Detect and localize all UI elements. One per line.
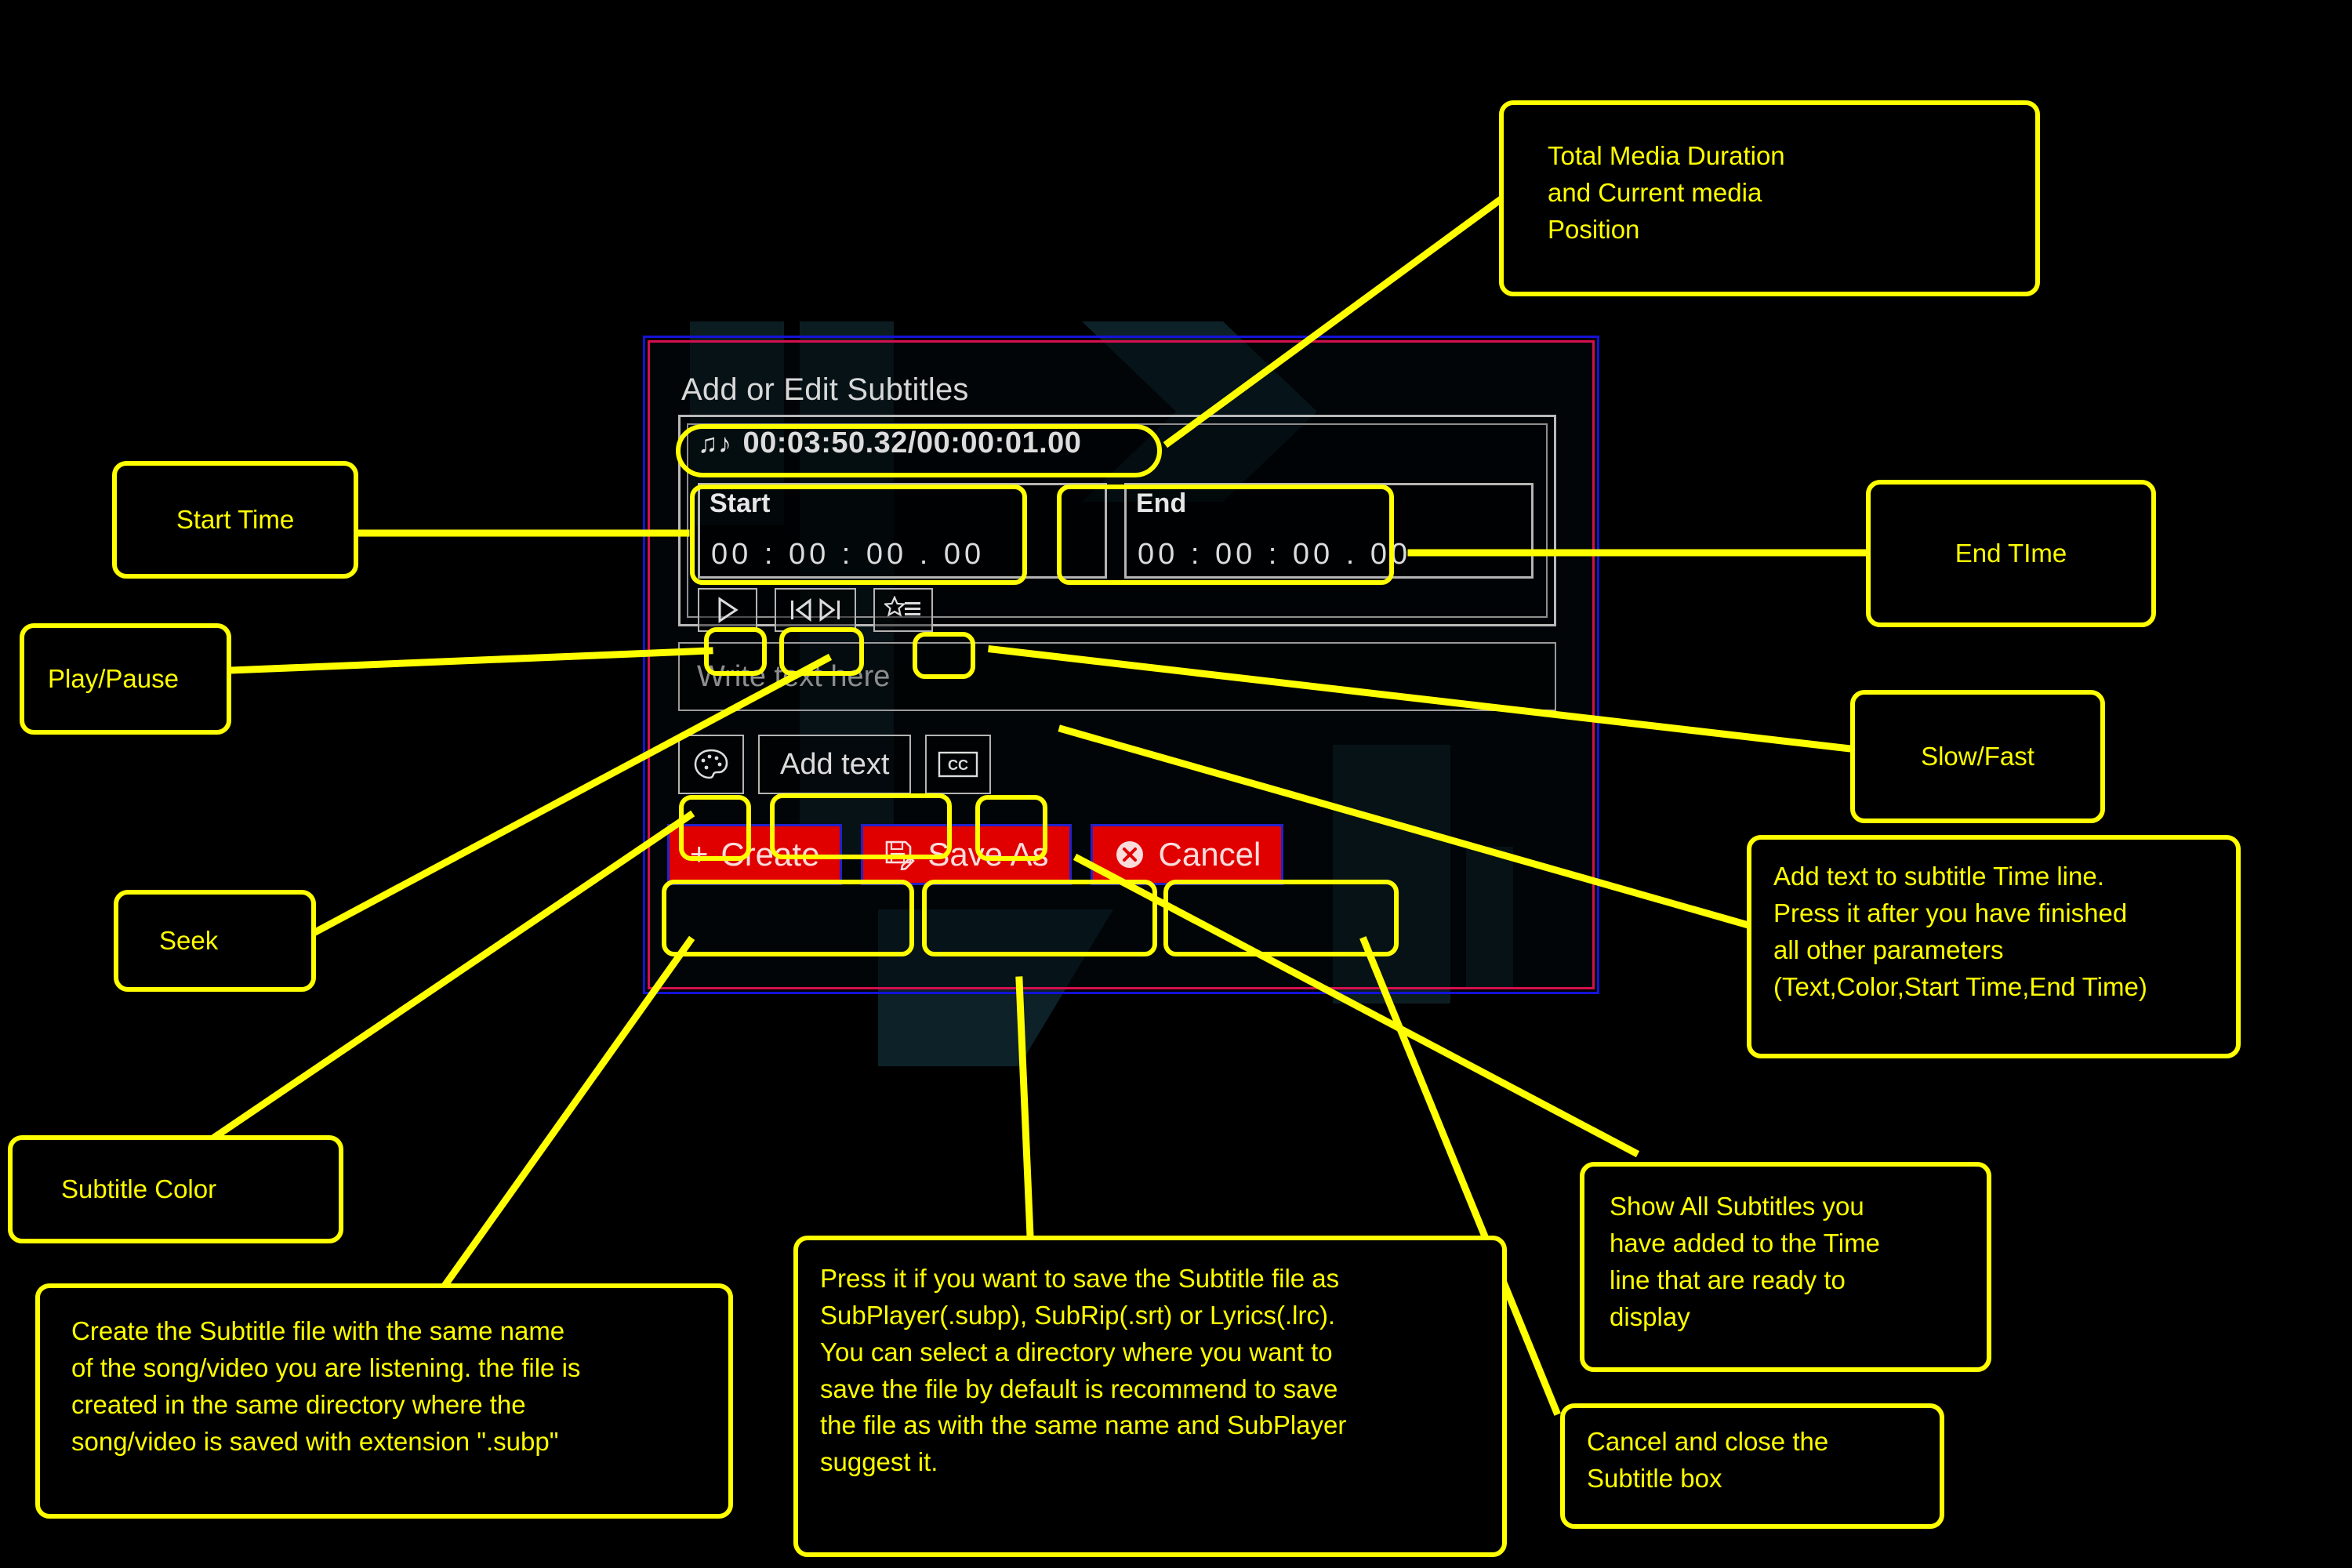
callout-start-time-text: Start Time (176, 504, 295, 534)
show-subtitles-button[interactable]: CC (925, 735, 992, 794)
end-time-value[interactable]: 00 : 00 : 00 . 00 (1138, 538, 1411, 572)
callout-seek: Seek (114, 890, 316, 992)
create-button[interactable]: + Create (667, 824, 843, 885)
end-time-field[interactable]: End 00 : 00 : 00 . 00 (1124, 483, 1534, 579)
callout-seek-text: Seek (159, 925, 219, 955)
callout-create: Create the Subtitle file with the same n… (35, 1283, 733, 1519)
cancel-label: Cancel (1158, 836, 1261, 873)
cc-icon: CC (938, 751, 978, 778)
callout-save-as: Press it if you want to save the Subtitl… (793, 1236, 1507, 1557)
svg-text:CC: CC (948, 757, 968, 773)
slow-fast-button[interactable] (873, 588, 933, 632)
callout-show-all-subtitles: Show All Subtitles you have added to the… (1580, 1162, 1991, 1372)
create-label: Create (720, 836, 820, 873)
callout-add-text-text: Add text to subtitle Time line. Press it… (1773, 862, 2147, 1001)
time-group-box: ♫♪ 00:03:50.32/00:00:01.00 Start 00 : 00… (678, 415, 1556, 632)
callout-save-as-text: Press it if you want to save the Subtitl… (820, 1264, 1347, 1477)
music-note-icon: ♫♪ (698, 428, 732, 459)
star-list-icon (884, 596, 920, 617)
screenshot-root: Add or Edit Subtitles ♫♪ 00:03:50.32/00:… (0, 0, 2352, 1568)
callout-total-media-duration-text: Total Media Duration and Current media P… (1548, 141, 1785, 244)
start-time-label: Start (710, 488, 771, 518)
cancel-button[interactable]: Cancel (1090, 824, 1284, 885)
seek-button[interactable] (775, 588, 856, 632)
play-pause-button[interactable] (698, 588, 757, 632)
callout-cancel: Cancel and close the Subtitle box (1560, 1403, 1944, 1529)
palette-icon (694, 749, 728, 779)
callout-total-media-duration: Total Media Duration and Current media P… (1499, 100, 2040, 296)
start-time-value[interactable]: 00 : 00 : 00 . 00 (711, 538, 985, 572)
plus-icon: + (690, 837, 709, 872)
callout-create-text: Create the Subtitle file with the same n… (71, 1316, 581, 1456)
end-time-label: End (1136, 488, 1187, 518)
subtitle-text-placeholder: Write text here (697, 659, 891, 693)
callout-end-time: End TIme (1866, 480, 2156, 627)
start-time-field[interactable]: Start 00 : 00 : 00 . 00 (698, 483, 1107, 579)
subtitle-dialog-inner: Add or Edit Subtitles ♫♪ 00:03:50.32/00:… (648, 340, 1595, 989)
save-disk-pencil-icon (886, 840, 916, 870)
secondary-actions: Add text CC (678, 735, 992, 794)
callout-end-time-text: End TIme (1955, 538, 2067, 568)
subtitle-dialog: Add or Edit Subtitles ♫♪ 00:03:50.32/00:… (643, 336, 1599, 994)
save-as-button[interactable]: Save As (861, 824, 1072, 885)
callout-show-all-subtitles-text: Show All Subtitles you have added to the… (1610, 1192, 1880, 1331)
callout-subtitle-color: Subtitle Color (8, 1135, 343, 1243)
callout-subtitle-color-text: Subtitle Color (61, 1174, 217, 1203)
seek-icon (791, 598, 840, 622)
callout-play-pause: Play/Pause (20, 623, 231, 735)
transport-controls (698, 588, 933, 632)
media-time-display: ♫♪ 00:03:50.32/00:00:01.00 (698, 426, 1081, 460)
add-text-button[interactable]: Add text (758, 735, 912, 794)
callout-play-pause-text: Play/Pause (48, 663, 179, 693)
media-time-value: 00:03:50.32/00:00:01.00 (742, 426, 1082, 459)
subtitle-color-button[interactable] (678, 735, 744, 794)
primary-actions: + Create Save As Cancel (667, 824, 1284, 885)
callout-start-time: Start Time (112, 461, 358, 579)
callout-add-text: Add text to subtitle Time line. Press it… (1747, 835, 2241, 1058)
callout-slow-fast: Slow/Fast (1850, 690, 2105, 823)
subtitle-text-input[interactable]: Write text here (678, 642, 1556, 711)
close-circle-icon (1116, 841, 1143, 868)
callout-slow-fast-text: Slow/Fast (1921, 741, 2034, 771)
add-text-label: Add text (780, 747, 890, 781)
callout-cancel-text: Cancel and close the Subtitle box (1587, 1427, 1829, 1493)
play-icon (718, 597, 739, 623)
page-title: Add or Edit Subtitles (681, 372, 969, 407)
save-as-label: Save As (927, 836, 1049, 873)
